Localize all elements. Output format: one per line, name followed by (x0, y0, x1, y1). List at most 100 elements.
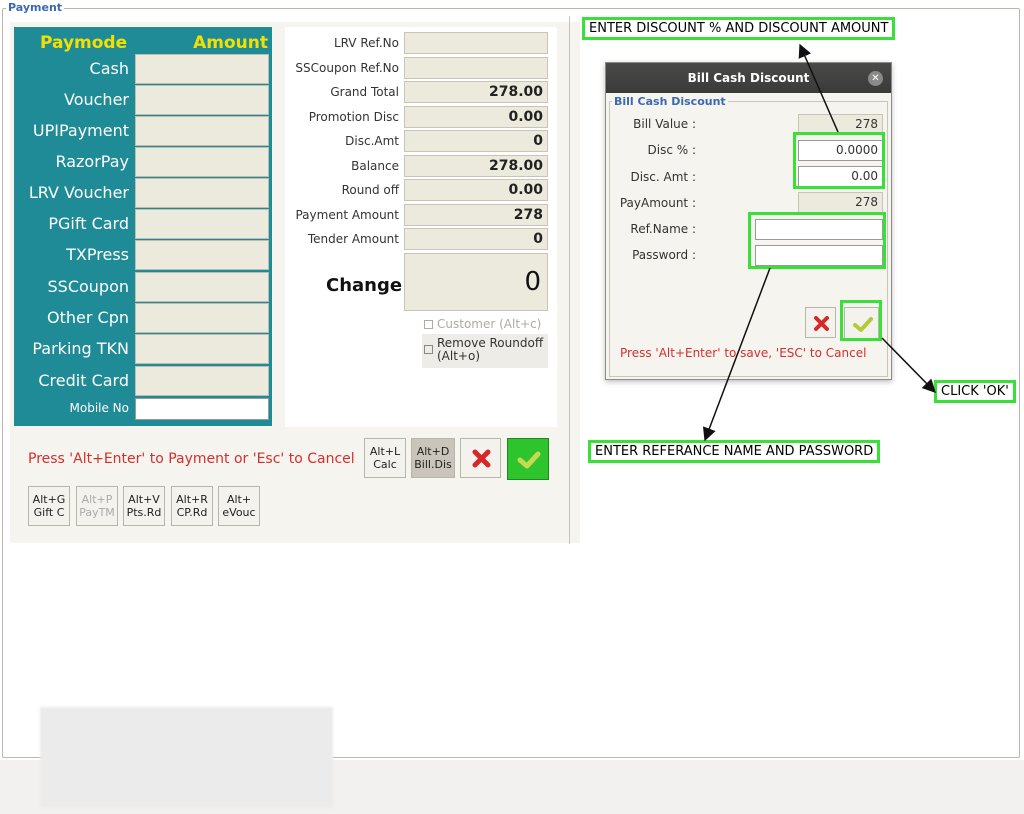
paymode-label: SSCoupon (47, 277, 130, 296)
paymode-label: PGift Card (48, 214, 129, 233)
paymode-row-upipayment: UPIPayment (14, 116, 272, 147)
pgift-card-amount-input[interactable] (135, 209, 269, 239)
paymode-label: RazorPay (55, 152, 129, 171)
paymode-row-lrv-voucher: LRV Voucher (14, 178, 272, 209)
checkbox-square (424, 320, 433, 329)
gift-card-button[interactable]: Alt+G Gift C (28, 486, 70, 526)
points-redeem-button-label: Pts.Rd (126, 506, 162, 519)
paymode-label: Credit Card (38, 371, 129, 390)
dialog-title: Bill Cash Discount (606, 63, 891, 93)
amount-header: Amount (193, 33, 268, 53)
balance-value: 278.00 (404, 155, 548, 177)
payment-cancel-button[interactable] (460, 438, 501, 478)
bill-discount-button-label: Bill.Dis (414, 458, 452, 471)
paymode-label: Parking TKN (32, 339, 129, 358)
screen: Payment Paymode Amount Cash Voucher UPIP… (0, 0, 1024, 814)
pay-amount-label: PayAmount : (619, 196, 696, 210)
summary-row: LRV Ref.No (285, 32, 557, 55)
paymode-row-cash: Cash (14, 54, 272, 85)
promotion-disc-value: 0.00 (404, 106, 548, 128)
razorpay-amount-input[interactable] (135, 147, 269, 177)
disc-amt-label: Disc. Amt : (630, 170, 696, 184)
summary-row: Tender Amount 0 (285, 228, 557, 251)
lrv-voucher-amount-input[interactable] (135, 178, 269, 208)
bill-value-label: Bill Value : (633, 117, 696, 131)
close-icon (814, 316, 829, 331)
cash-amount-input[interactable] (135, 54, 269, 84)
paymode-label: Cash (89, 59, 129, 78)
paymode-label: UPIPayment (32, 121, 129, 140)
paymode-row-credit-card: Credit Card (14, 366, 272, 397)
paymode-row-mobile: Mobile No (14, 398, 272, 422)
reference-callout: ENTER REFERANCE NAME AND PASSWORD (588, 440, 881, 463)
ref-name-label: Ref.Name : (630, 222, 696, 236)
promotion-disc-label: Promotion Disc (308, 110, 399, 124)
gift-card-button-label: Gift C (33, 506, 65, 519)
points-redeem-button-key: Alt+V (128, 493, 160, 506)
paymode-panel: Paymode Amount Cash Voucher UPIPayment R… (14, 27, 272, 426)
bill-discount-button[interactable]: Alt+D Bill.Dis (411, 438, 455, 478)
remove-roundoff-line1: Remove Roundoff (437, 336, 544, 350)
mobile-no-input[interactable] (135, 398, 269, 420)
change-value: 0 (404, 253, 548, 311)
gift-card-button-key: Alt+G (32, 493, 66, 506)
customer-checkbox[interactable]: Customer (Alt+c) (424, 317, 541, 331)
customer-checkbox-label: Customer (Alt+c) (437, 317, 542, 331)
coupon-redeem-button-label: CP.Rd (176, 506, 208, 519)
mobile-no-label: Mobile No (69, 401, 130, 415)
payment-hint: Press 'Alt+Enter' to Payment or 'Esc' to… (28, 451, 355, 467)
lrv-ref-input[interactable] (404, 32, 548, 54)
paytm-button[interactable]: Alt+P PayTM (76, 486, 118, 526)
paymode-row-txpress: TXPress (14, 240, 272, 271)
paymode-label: Voucher (64, 90, 129, 109)
summary-row: Disc.Amt 0 (285, 130, 557, 153)
parking-tkn-amount-input[interactable] (135, 334, 269, 364)
calc-button-key: Alt+L (369, 445, 401, 458)
paymode-row-voucher: Voucher (14, 85, 272, 116)
paytm-button-label: PayTM (79, 506, 115, 519)
points-redeem-button[interactable]: Alt+V Pts.Rd (123, 486, 165, 526)
disc-amt-label: Disc.Amt (345, 134, 399, 148)
password-label: Password : (632, 248, 696, 262)
sscoupon-amount-input[interactable] (135, 272, 269, 302)
dialog-cancel-button[interactable] (805, 307, 836, 338)
paymode-row-razorpay: RazorPay (14, 147, 272, 178)
lrv-ref-label: LRV Ref.No (333, 36, 399, 50)
coupon-redeem-button[interactable]: Alt+R CP.Rd (171, 486, 213, 526)
discount-fields-highlight (793, 132, 885, 189)
upipayment-amount-input[interactable] (135, 116, 269, 146)
round-off-value: 0.00 (404, 179, 548, 201)
remove-roundoff-line2: (Alt+o) (437, 349, 481, 363)
paymode-row-sscoupon: SSCoupon (14, 272, 272, 303)
ok-callout: CLICK 'OK' (934, 380, 1016, 403)
summary-row: Grand Total 278.00 (285, 81, 557, 104)
paymode-header: Paymode (40, 33, 128, 53)
evoucher-button[interactable]: Alt+ eVouc (218, 486, 260, 526)
bill-discount-button-key: Alt+D (416, 445, 450, 458)
calc-button[interactable]: Alt+L Calc (364, 438, 406, 478)
dialog-legend: Bill Cash Discount (612, 95, 728, 108)
other-cpn-amount-input[interactable] (135, 303, 269, 333)
sscoupon-ref-input[interactable] (404, 57, 548, 79)
grand-total-label: Grand Total (330, 85, 399, 99)
summary-row: Payment Amount 278 (285, 204, 557, 227)
sscoupon-ref-label: SSCoupon Ref.No (295, 61, 399, 75)
summary-row: Round off 0.00 (285, 179, 557, 202)
paymode-label: Other Cpn (47, 308, 129, 327)
discount-callout: ENTER DISCOUNT % AND DISCOUNT AMOUNT (582, 17, 896, 40)
close-icon[interactable]: ✕ (868, 71, 883, 86)
txpress-amount-input[interactable] (135, 240, 269, 270)
ok-button-highlight (840, 300, 882, 341)
tender-amount-label: Tender Amount (307, 232, 399, 246)
tender-amount-value: 0 (404, 228, 548, 250)
remove-roundoff-label: Remove Roundoff (Alt+o) (437, 337, 543, 363)
voucher-amount-input[interactable] (135, 85, 269, 115)
coupon-redeem-button-key: Alt+R (176, 493, 208, 506)
dialog-hint: Press 'Alt+Enter' to save, 'ESC' to Canc… (620, 346, 867, 360)
credit-card-amount-input[interactable] (135, 366, 269, 396)
payment-ok-button[interactable] (507, 438, 549, 480)
payment-amount-label: Payment Amount (295, 208, 399, 222)
remove-roundoff-checkbox[interactable]: Remove Roundoff (Alt+o) (424, 337, 543, 363)
paymode-row-pgift-card: PGift Card (14, 209, 272, 240)
change-label: Change (326, 275, 403, 296)
